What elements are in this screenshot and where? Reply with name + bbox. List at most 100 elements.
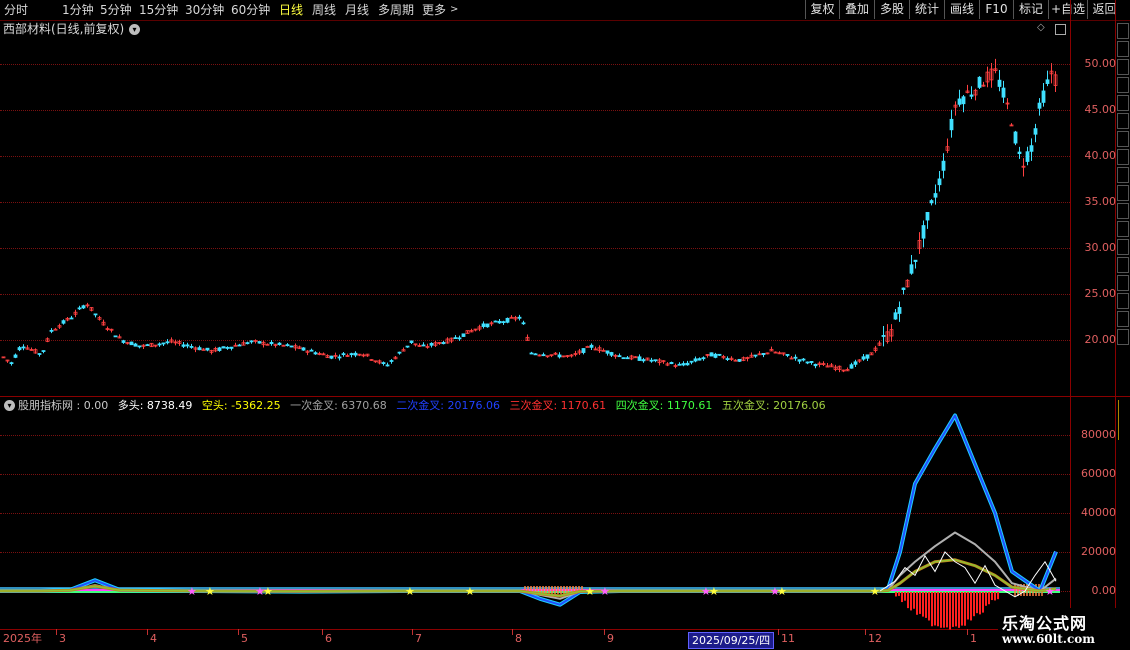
candle-body bbox=[541, 354, 546, 357]
candle-body bbox=[249, 340, 254, 343]
candle-body bbox=[797, 359, 802, 362]
candle-body bbox=[961, 96, 966, 105]
candle-body bbox=[269, 342, 274, 345]
candle-body bbox=[429, 342, 434, 346]
candle-body bbox=[277, 342, 282, 346]
candle-body bbox=[1041, 90, 1046, 103]
candle-body bbox=[157, 343, 162, 346]
candle-body bbox=[77, 307, 82, 310]
x-tick-mark bbox=[512, 629, 513, 635]
candle-body bbox=[713, 353, 718, 358]
legend-short: 空头: -5362.25 bbox=[201, 399, 281, 412]
candle-body bbox=[181, 344, 186, 347]
candle-body bbox=[929, 200, 934, 204]
price-tick: 25.00 bbox=[1084, 287, 1117, 300]
x-tick: 1 bbox=[970, 632, 977, 645]
series-cross2-glow bbox=[0, 413, 1058, 607]
candle-body bbox=[461, 333, 466, 337]
candle-body bbox=[329, 355, 334, 359]
legend-cross-2: 二次金叉: 20176.06 bbox=[396, 399, 500, 412]
candle-body bbox=[49, 329, 54, 332]
stock-chart[interactable]: ★ ★ ★★ ★ ★ ★ ★ ★★ ★★ ★ ★ bbox=[0, 0, 1070, 630]
candle-body bbox=[557, 354, 562, 358]
candle-body bbox=[161, 342, 166, 345]
candle-body bbox=[717, 353, 722, 356]
candle-body bbox=[637, 356, 642, 361]
candle-body bbox=[205, 347, 210, 351]
candle-body bbox=[17, 347, 22, 351]
indicator-tick: 60000 bbox=[1081, 467, 1116, 480]
x-tick-mark bbox=[56, 629, 57, 635]
candle-body bbox=[897, 307, 902, 314]
candle-body bbox=[389, 360, 394, 362]
candle-body bbox=[909, 264, 914, 274]
side-info-strip[interactable] bbox=[1116, 21, 1130, 396]
x-tick: 3 bbox=[59, 632, 66, 645]
candle-body bbox=[313, 352, 318, 355]
candle-body bbox=[725, 358, 730, 360]
star-marker: ★ bbox=[1045, 585, 1055, 598]
watermark-title: 乐淘公式网 bbox=[1002, 614, 1088, 633]
candle-body bbox=[81, 305, 86, 309]
x-tick: 12 bbox=[868, 632, 882, 645]
watermark: 乐淘公式网 www.60lt.com bbox=[998, 608, 1130, 650]
x-tick-mark bbox=[412, 629, 413, 635]
axis-divider bbox=[1070, 0, 1071, 650]
candle-body bbox=[529, 352, 534, 355]
candle-body bbox=[793, 356, 798, 359]
candle-body bbox=[229, 346, 234, 349]
candle-body bbox=[217, 347, 222, 351]
chevron-down-icon[interactable]: ▾ bbox=[4, 400, 15, 411]
candle-body bbox=[137, 345, 142, 348]
x-tick: 8 bbox=[515, 632, 522, 645]
candle-body bbox=[641, 359, 646, 362]
candle-body bbox=[861, 356, 866, 360]
x-tick: 4 bbox=[150, 632, 157, 645]
star-marker: ★ bbox=[777, 585, 787, 598]
candle-body bbox=[337, 356, 342, 359]
candle-body bbox=[881, 335, 886, 337]
candle-body bbox=[21, 346, 26, 349]
side-indicator-strip[interactable] bbox=[1118, 400, 1130, 440]
candle-body bbox=[165, 341, 170, 344]
series-cross2-line bbox=[0, 414, 1057, 606]
candle-body bbox=[93, 313, 98, 316]
candle-body bbox=[697, 358, 702, 361]
candle-body bbox=[121, 340, 126, 343]
star-marker: ★ bbox=[585, 585, 595, 598]
candle-body bbox=[61, 320, 66, 324]
star-marker: ★ bbox=[205, 585, 215, 598]
legend-indicator-name: 股朋指标网 : 0.00 bbox=[18, 399, 109, 412]
candle-body bbox=[653, 359, 658, 362]
candle-body bbox=[501, 321, 506, 324]
candle-body bbox=[589, 344, 594, 348]
legend-cross-1: 一次金叉: 6370.68 bbox=[290, 399, 387, 412]
candle-body bbox=[701, 357, 706, 360]
candle-body bbox=[257, 341, 262, 344]
candle-body bbox=[977, 76, 982, 88]
candle-body bbox=[709, 352, 714, 357]
candle-body bbox=[933, 193, 938, 198]
indicator-tick: 0.00 bbox=[1091, 584, 1117, 597]
candle-body bbox=[853, 361, 858, 365]
star-marker: ★ bbox=[465, 585, 475, 598]
x-tick: 11 bbox=[781, 632, 795, 645]
candle-body bbox=[481, 323, 486, 327]
legend-long: 多头: 8738.49 bbox=[117, 399, 193, 412]
candle-body bbox=[689, 360, 694, 363]
candle-body bbox=[669, 362, 674, 365]
candle-body bbox=[1037, 102, 1042, 109]
candle-body bbox=[41, 350, 46, 352]
candle-body bbox=[441, 342, 446, 345]
candle-body bbox=[737, 358, 742, 362]
candle-body bbox=[1025, 151, 1030, 162]
candle-body bbox=[617, 355, 622, 358]
candle-body bbox=[37, 353, 42, 355]
candle-body bbox=[849, 364, 854, 369]
candle-body bbox=[197, 347, 202, 351]
candle-body bbox=[957, 98, 962, 105]
candle-body bbox=[893, 312, 898, 320]
candle-body bbox=[189, 346, 194, 348]
candle-body bbox=[681, 363, 686, 366]
candle-body bbox=[937, 178, 942, 186]
